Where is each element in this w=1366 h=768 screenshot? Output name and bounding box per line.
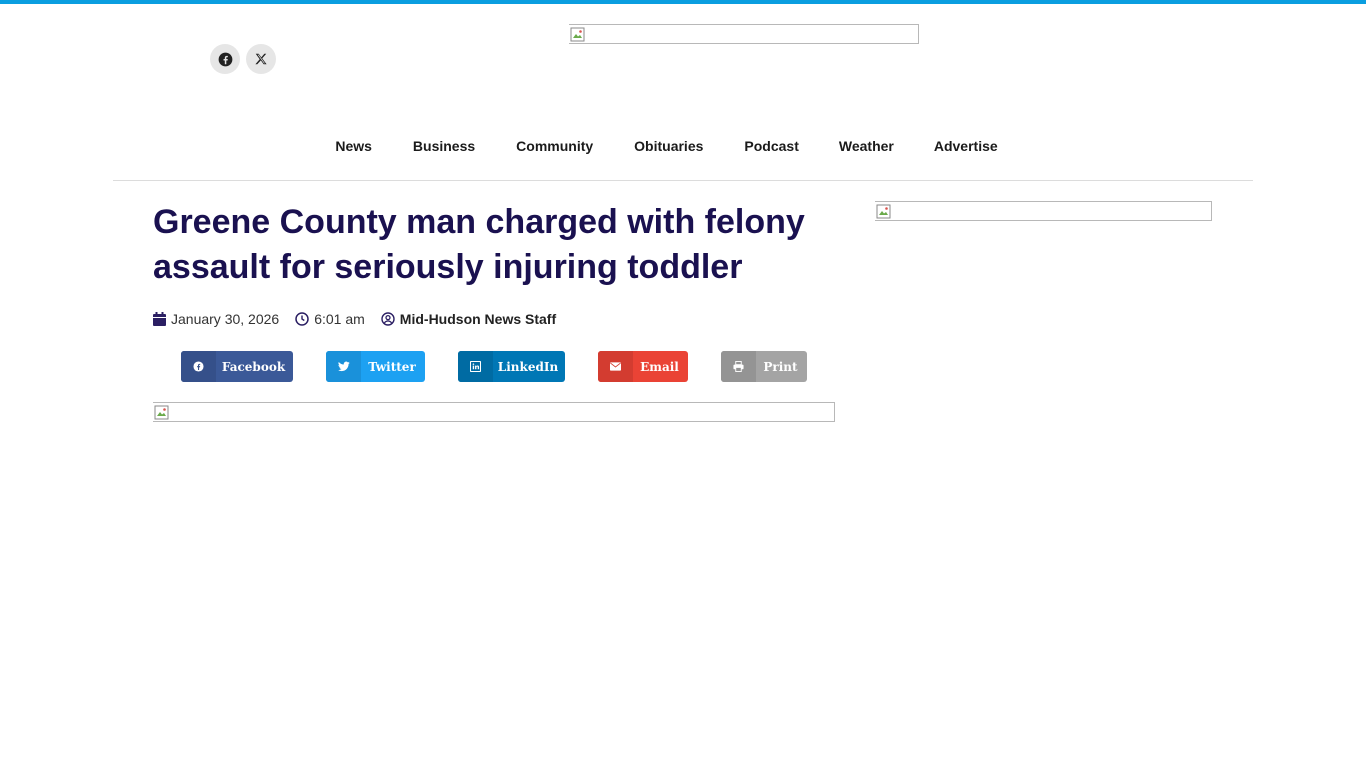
- article-title: Greene County man charged with felony as…: [153, 203, 805, 286]
- share-print-button[interactable]: Print: [721, 351, 807, 382]
- calendar-icon: [153, 312, 166, 326]
- social-links: [210, 44, 276, 74]
- header-divider: [113, 180, 1253, 181]
- nav-item-obituaries[interactable]: Obituaries: [634, 137, 703, 155]
- meta-time: 6:01 am: [295, 311, 365, 327]
- broken-image-icon: [876, 204, 891, 219]
- broken-image-icon: [570, 27, 585, 42]
- twitter-icon: [326, 351, 361, 382]
- share-email-label: Email: [640, 359, 679, 374]
- meta-date-text: January 30, 2026: [171, 311, 280, 327]
- share-facebook-label: Facebook: [221, 359, 286, 374]
- article-meta: January 30, 2026 6:01 am Mid-Hudson News…: [153, 311, 556, 327]
- site-logo-image[interactable]: [569, 24, 919, 44]
- nav-item-community[interactable]: Community: [516, 137, 593, 155]
- facebook-icon: [218, 52, 232, 66]
- sidebar-ad-image[interactable]: [875, 201, 1212, 221]
- share-email-button[interactable]: Email: [598, 351, 688, 382]
- meta-time-text: 6:01 am: [314, 311, 365, 327]
- share-print-label: Print: [763, 359, 798, 374]
- envelope-icon: [598, 351, 633, 382]
- nav-item-advertise[interactable]: Advertise: [934, 137, 998, 155]
- nav-item-weather[interactable]: Weather: [839, 137, 894, 155]
- share-facebook-button[interactable]: Facebook: [181, 351, 293, 382]
- x-twitter-link[interactable]: [246, 44, 276, 74]
- x-twitter-icon: [255, 53, 267, 65]
- meta-author[interactable]: Mid-Hudson News Staff: [381, 311, 556, 327]
- meta-author-name: Mid-Hudson News Staff: [399, 311, 557, 327]
- share-linkedin-button[interactable]: LinkedIn: [458, 351, 565, 382]
- meta-date: January 30, 2026: [153, 311, 279, 327]
- facebook-link[interactable]: [210, 44, 240, 74]
- share-linkedin-label: LinkedIn: [497, 359, 559, 374]
- printer-icon: [721, 351, 756, 382]
- linkedin-icon: [458, 351, 493, 382]
- facebook-icon: [181, 351, 216, 382]
- nav-item-podcast[interactable]: Podcast: [744, 137, 798, 155]
- broken-image-icon: [154, 405, 169, 420]
- nav-items: News Business Community Obituaries Podca…: [335, 137, 997, 155]
- main-navigation: News Business Community Obituaries Podca…: [0, 137, 1366, 155]
- share-twitter-button[interactable]: Twitter: [326, 351, 425, 382]
- share-twitter-label: Twitter: [368, 359, 416, 374]
- user-circle-icon: [381, 312, 395, 326]
- top-accent-bar: [0, 0, 1366, 4]
- article-featured-image: [153, 402, 835, 422]
- nav-item-news[interactable]: News: [335, 137, 372, 155]
- nav-item-business[interactable]: Business: [413, 137, 475, 155]
- clock-icon: [295, 312, 309, 326]
